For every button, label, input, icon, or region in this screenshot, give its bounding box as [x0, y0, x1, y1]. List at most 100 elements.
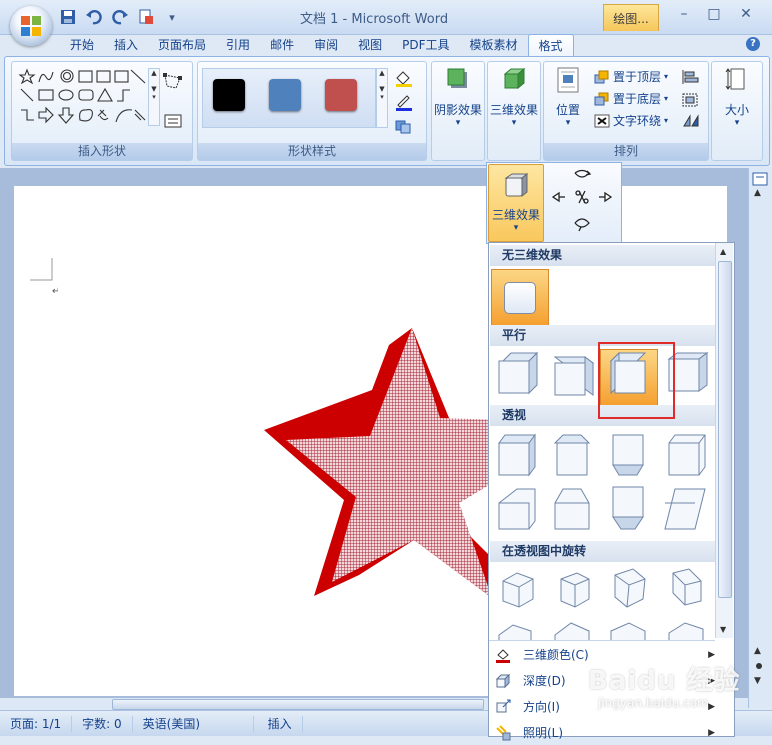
quick-access-toolbar: ▾: [58, 7, 182, 27]
bring-to-front-icon: [594, 70, 609, 83]
highlight-annotation-box: [598, 342, 675, 419]
shape-fill-icon[interactable]: [394, 70, 414, 88]
redo-icon[interactable]: [110, 8, 130, 26]
change-shape-icon[interactable]: [394, 118, 416, 134]
tab-view[interactable]: 视图: [348, 34, 392, 56]
3d-effects-large-icon: [504, 172, 529, 198]
3d-effects-ribbon-label: 三维效果: [490, 103, 539, 117]
no-3d-effect-option[interactable]: [491, 269, 549, 327]
shape-styles-label: 形状样式: [198, 143, 426, 160]
tab-pdf-tools[interactable]: PDF工具: [392, 34, 459, 56]
direction-icon: [496, 699, 511, 713]
previous-page-icon[interactable]: ▲: [754, 646, 761, 656]
status-word-count[interactable]: 字数: 0: [72, 715, 133, 732]
minimize-button[interactable]: –: [670, 6, 698, 24]
shadow-effects-label: 阴影效果: [434, 103, 483, 117]
ribbon-tabs: 开始 插入 页面布局 引用 邮件 审阅 视图 PDF工具 模板素材 格式: [60, 34, 574, 57]
shadow-effects-group: 阴影效果 ▾: [431, 61, 485, 161]
shape-outline-icon[interactable]: [394, 94, 414, 112]
next-page-icon[interactable]: ▼: [754, 676, 761, 686]
lighting-icon: [496, 725, 511, 741]
tab-home[interactable]: 开始: [60, 34, 104, 56]
help-icon[interactable]: ?: [746, 37, 760, 51]
arrange-group: 位置 ▾ 置于顶层 ▾ 置于底层 ▾ 文字环绕 ▾ 排列: [543, 61, 709, 161]
bring-to-front-label: 置于顶层: [613, 70, 662, 84]
tab-insert[interactable]: 插入: [104, 34, 148, 56]
tab-mailings[interactable]: 邮件: [260, 34, 304, 56]
tab-review[interactable]: 审阅: [304, 34, 348, 56]
text-wrap-button[interactable]: 文字环绕 ▾: [594, 112, 668, 129]
3d-effects-dropdown-label: 三维效果: [491, 208, 540, 222]
3d-color-icon: [496, 649, 510, 663]
arrange-label: 排列: [544, 143, 708, 160]
insert-shapes-group: ▲ ▼ ▾ 插入形状: [11, 61, 193, 161]
section-perspective-rotation: 在透视图中旋转: [490, 541, 716, 562]
watermark-url: jingyan.baidu.com: [598, 696, 709, 710]
send-to-back-label: 置于底层: [613, 92, 662, 106]
gallery-scroll-thumb[interactable]: [718, 261, 732, 598]
document-title: 文档 1 - Microsoft Word: [300, 12, 449, 27]
baidu-jingyan-watermark: Baidu 经验: [588, 666, 741, 696]
insert-shapes-label: 插入形状: [12, 143, 192, 160]
text-wrap-icon: [594, 114, 610, 127]
shadow-effects-button[interactable]: 阴影效果 ▾: [434, 66, 482, 128]
svg-text:↵: ↵: [52, 286, 58, 296]
3d-effects-dropdown-button[interactable]: 三维效果 ▾: [488, 164, 544, 242]
ribbon: ▲ ▼ ▾ 插入形状 ▲ ▼ ▾ 形状样式 阴影效果 ▾ 三维效果 ▾ 位置 ▾…: [4, 56, 770, 166]
browse-object-icon[interactable]: [756, 663, 762, 669]
send-to-back-icon: [594, 92, 609, 105]
size-group: 大小 ▾: [711, 61, 763, 161]
close-button[interactable]: ✕: [732, 6, 760, 24]
tab-templates[interactable]: 模板素材: [460, 34, 528, 56]
save-icon[interactable]: [58, 8, 78, 26]
star-shape[interactable]: [246, 326, 496, 601]
print-preview-icon[interactable]: [136, 8, 156, 26]
depth-icon: [495, 673, 511, 689]
bring-to-front-button[interactable]: 置于顶层 ▾: [594, 68, 668, 85]
shapes-scroll[interactable]: ▲ ▼ ▾: [148, 68, 160, 126]
style-gallery: [202, 68, 376, 128]
restore-button[interactable]: □: [700, 6, 728, 24]
3d-effects-group: 三维效果 ▾: [487, 61, 541, 161]
customize-qat-button[interactable]: ▾: [162, 8, 182, 26]
office-logo-icon: [21, 16, 41, 36]
style-swatch-blue[interactable]: [269, 79, 301, 111]
shape-styles-group: ▲ ▼ ▾ 形状样式: [197, 61, 427, 161]
gallery-scroll-up[interactable]: ▲: [720, 247, 726, 256]
style-swatch-red[interactable]: [325, 79, 357, 111]
tab-format[interactable]: 格式: [527, 34, 574, 57]
shadow-effects-icon: [447, 68, 467, 88]
shapes-gallery[interactable]: [18, 68, 148, 128]
undo-icon[interactable]: [84, 8, 104, 26]
position-button[interactable]: 位置 ▾: [546, 66, 590, 128]
size-button[interactable]: 大小 ▾: [714, 66, 760, 128]
tab-references[interactable]: 引用: [216, 34, 260, 56]
perspective-options[interactable]: [489, 429, 719, 539]
vertical-scrollbar[interactable]: ▲ ▲ ▼: [748, 168, 771, 708]
section-no-3d: 无三维效果: [490, 245, 716, 266]
style-swatch-black[interactable]: [213, 79, 245, 111]
text-box-icon[interactable]: [164, 114, 182, 128]
3d-tilt-controls[interactable]: [549, 167, 615, 237]
status-insert-mode[interactable]: 插入: [258, 715, 303, 732]
gallery-scrollbar[interactable]: ▲ ▼: [715, 243, 733, 638]
view-ruler-icon[interactable]: [752, 172, 768, 186]
align-group-rotate-icons[interactable]: [680, 68, 704, 134]
drawing-tools-tab[interactable]: 绘图...: [603, 4, 659, 31]
3d-effects-icon: [503, 67, 526, 90]
margin-corner-mark: ↵: [30, 258, 58, 296]
gallery-scroll-down[interactable]: ▼: [720, 625, 726, 634]
send-to-back-button[interactable]: 置于底层 ▾: [594, 90, 668, 107]
status-page[interactable]: 页面: 1/1: [0, 715, 73, 732]
menu-lighting[interactable]: 照明(L) ▶: [489, 721, 715, 745]
rotation-options[interactable]: [489, 565, 719, 641]
style-gallery-scroll[interactable]: ▲ ▼ ▾: [376, 68, 388, 128]
tab-page-layout[interactable]: 页面布局: [148, 34, 216, 56]
position-icon: [557, 67, 579, 93]
status-language[interactable]: 英语(美国): [133, 715, 254, 732]
edit-shape-icon[interactable]: [162, 72, 186, 92]
size-label: 大小: [724, 103, 749, 117]
scroll-up-arrow[interactable]: ▲: [754, 188, 761, 198]
3d-effects-ribbon-button[interactable]: 三维效果 ▾: [490, 66, 538, 128]
office-button[interactable]: [10, 6, 52, 46]
